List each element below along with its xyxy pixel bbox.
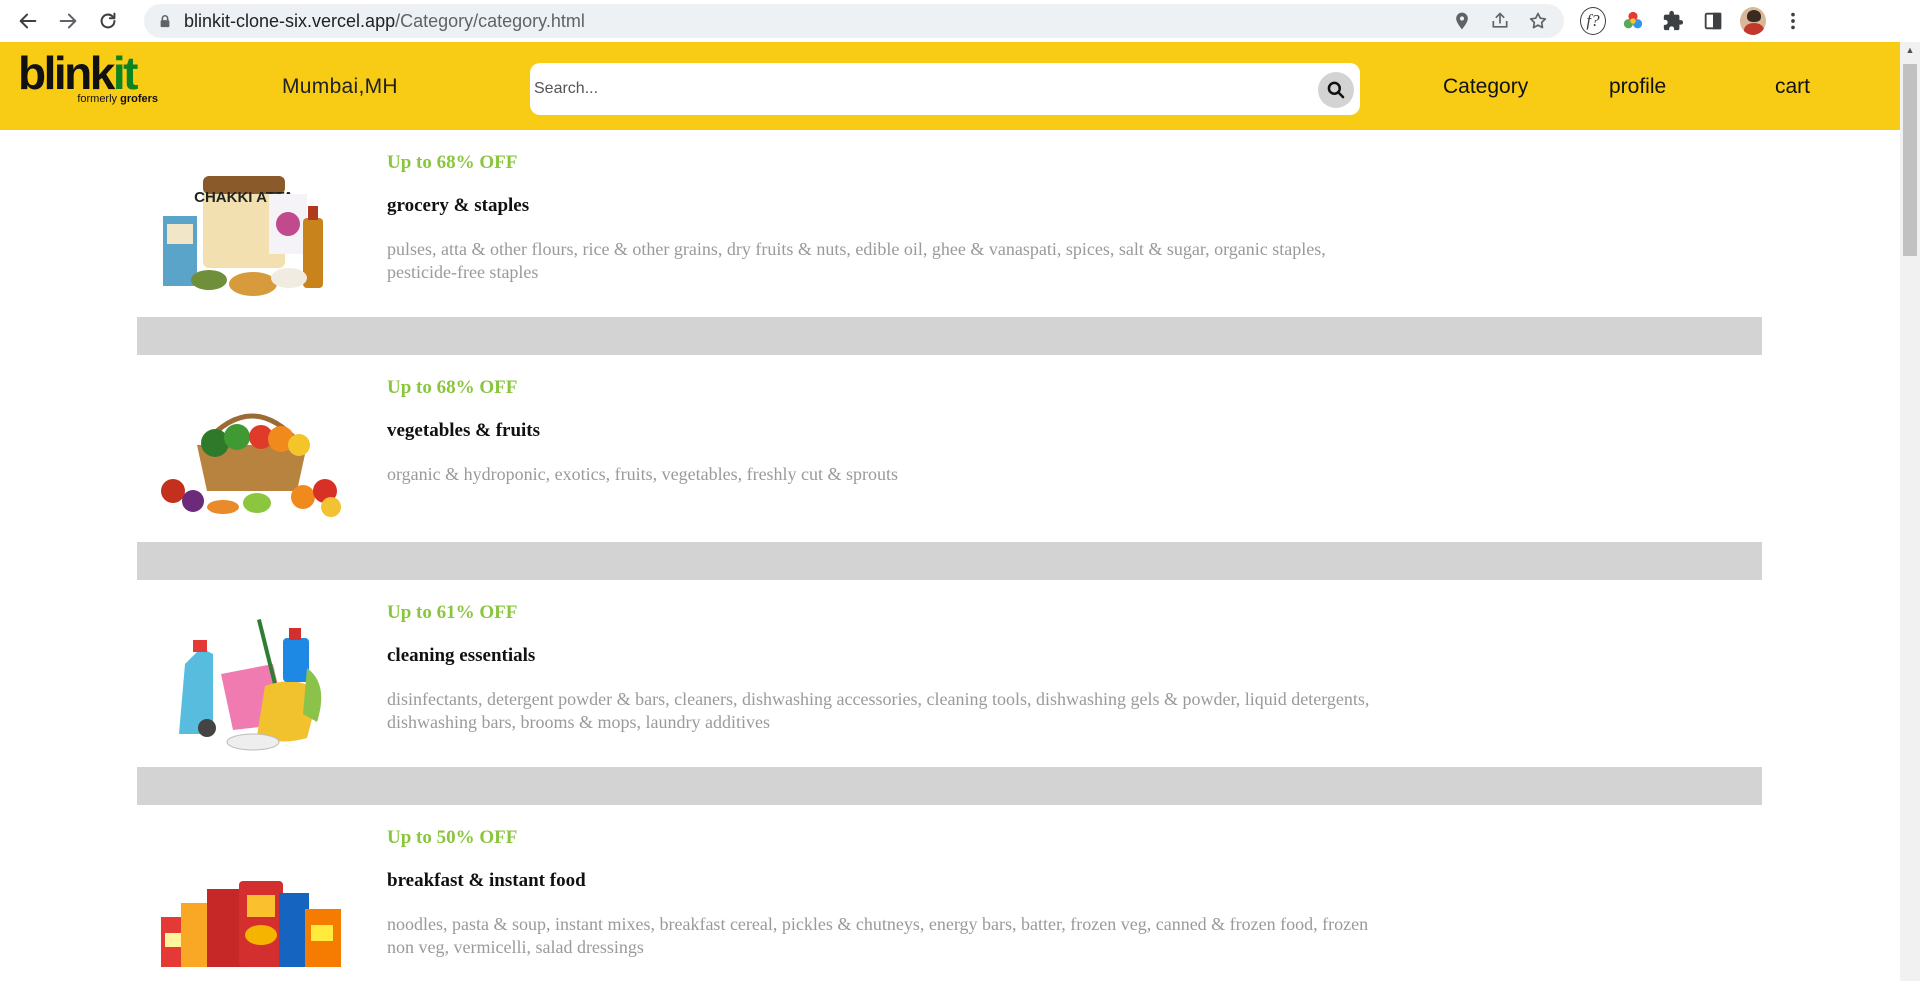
search-bar — [530, 63, 1360, 115]
scroll-up-arrow-icon[interactable]: ▲ — [1900, 42, 1920, 58]
category-offer: Up to 68% OFF — [387, 152, 518, 173]
menu-kebab-icon[interactable] — [1780, 8, 1806, 34]
category-title[interactable]: vegetables & fruits — [387, 420, 1387, 443]
reload-icon[interactable] — [88, 1, 128, 41]
nav-cart-link[interactable]: cart — [1775, 75, 1810, 99]
address-bar[interactable]: blinkit-clone-six.vercel.app/Category/ca… — [144, 4, 1564, 38]
extensions-puzzle-icon[interactable] — [1660, 8, 1686, 34]
search-input[interactable] — [530, 69, 1290, 109]
category-item-breakfast-instant-food[interactable]: Up to 50% OFF breakfast & instant food n… — [137, 805, 1762, 981]
location-label[interactable]: Mumbai,MH — [282, 75, 398, 99]
font-finder-extension-icon[interactable]: f? — [1580, 7, 1606, 35]
cleaning-essentials-image — [157, 604, 347, 754]
category-separator — [137, 317, 1762, 355]
location-pin-icon[interactable] — [1452, 11, 1472, 31]
page-scrollbar[interactable]: ▲ — [1900, 42, 1920, 981]
browser-toolbar: blinkit-clone-six.vercel.app/Category/ca… — [0, 0, 1920, 42]
bookmark-star-icon[interactable] — [1528, 11, 1548, 31]
search-icon — [1327, 81, 1345, 99]
category-list: CHAKKI ATTA Up to 68% OFF grocery & stap… — [137, 130, 1762, 981]
side-panel-icon[interactable] — [1700, 8, 1726, 34]
category-title[interactable]: breakfast & instant food — [387, 870, 1387, 893]
category-item-vegetables-fruits[interactable]: Up to 68% OFF vegetables & fruits organi… — [137, 355, 1762, 542]
category-description: pulses, atta & other flours, rice & othe… — [387, 239, 1326, 282]
nav-profile-link[interactable]: profile — [1609, 75, 1666, 99]
category-description: organic & hydroponic, exotics, fruits, v… — [387, 464, 899, 484]
category-item-cleaning-essentials[interactable]: Up to 61% OFF cleaning essentials disinf… — [137, 580, 1762, 767]
category-offer: Up to 50% OFF — [387, 827, 518, 848]
vegetables-fruits-image — [157, 379, 347, 529]
category-item-grocery-staples[interactable]: CHAKKI ATTA Up to 68% OFF grocery & stap… — [137, 130, 1762, 317]
profile-avatar[interactable] — [1740, 7, 1766, 35]
blinkit-logo[interactable]: blinkit formerly grofers — [18, 50, 160, 108]
category-offer: Up to 61% OFF — [387, 602, 518, 623]
category-description: noodles, pasta & soup, instant mixes, br… — [387, 914, 1369, 957]
forward-arrow-icon[interactable] — [48, 1, 88, 41]
category-title[interactable]: cleaning essentials — [387, 645, 1387, 668]
back-arrow-icon[interactable] — [8, 1, 48, 41]
category-separator — [137, 542, 1762, 580]
share-icon[interactable] — [1490, 11, 1510, 31]
lock-icon — [160, 15, 170, 28]
breakfast-instant-food-image — [157, 829, 347, 979]
category-separator — [137, 767, 1762, 805]
scrollbar-thumb[interactable] — [1903, 64, 1917, 256]
search-button[interactable] — [1318, 72, 1354, 108]
category-offer: Up to 68% OFF — [387, 377, 518, 398]
category-description: disinfectants, detergent powder & bars, … — [387, 689, 1370, 732]
url-text: blinkit-clone-six.vercel.app/Category/ca… — [184, 10, 585, 31]
category-title[interactable]: grocery & staples — [387, 195, 1387, 218]
grocery-staples-image: CHAKKI ATTA — [157, 154, 347, 304]
color-picker-extension-icon[interactable] — [1620, 8, 1646, 34]
site-header: blinkit formerly grofers Mumbai,MH Categ… — [0, 42, 1900, 130]
nav-category-link[interactable]: Category — [1443, 75, 1528, 99]
